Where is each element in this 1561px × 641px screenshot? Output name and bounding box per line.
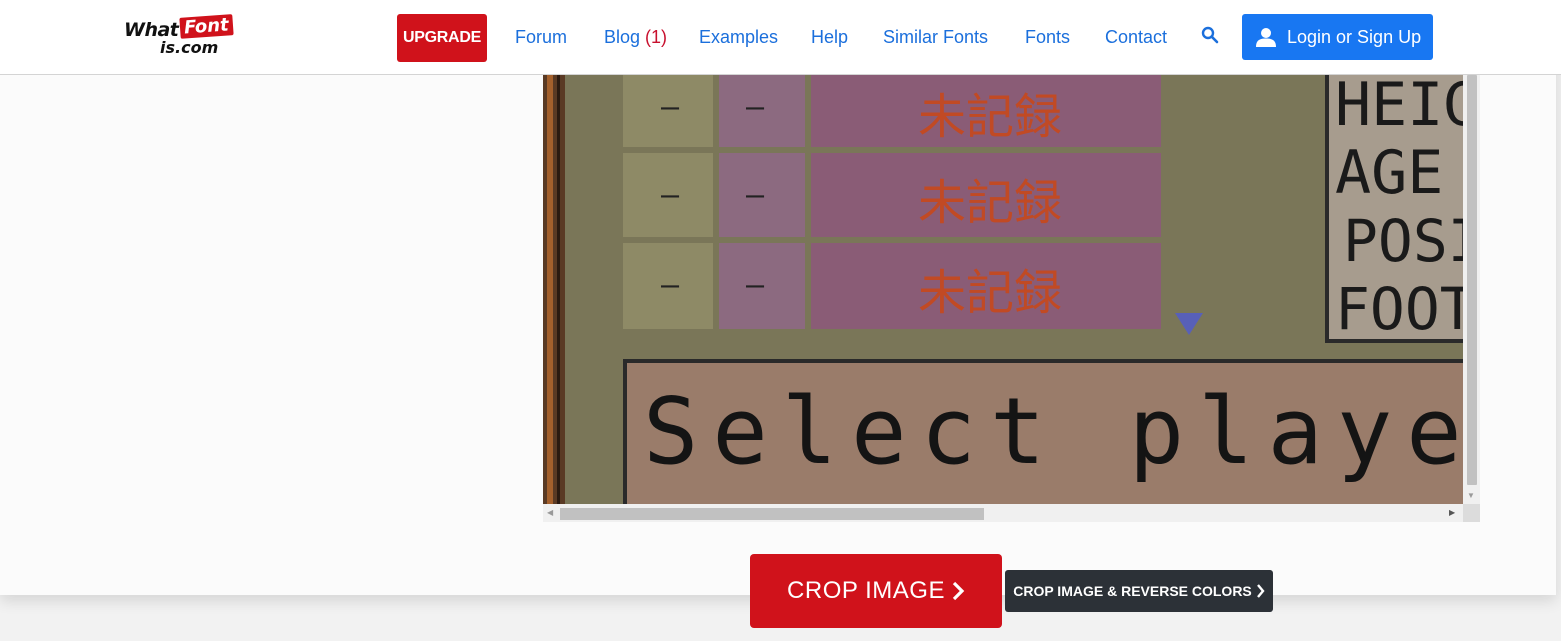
nav-help[interactable]: Help: [811, 27, 848, 48]
stat-label: HEIG: [1335, 75, 1463, 140]
horizontal-scroll-thumb[interactable]: [560, 508, 984, 520]
crop-image-button[interactable]: CROP IMAGE: [750, 554, 1002, 628]
logo-font: Font: [179, 14, 234, 39]
vertical-scroll-thumb[interactable]: [1467, 75, 1477, 485]
table-cell: –: [746, 268, 765, 303]
scroll-right-arrow-icon[interactable]: ▶: [1449, 508, 1455, 517]
login-label: Login or Sign Up: [1287, 26, 1422, 47]
score-table: [623, 75, 1161, 329]
table-cell: –: [661, 268, 680, 303]
nav-blog-count: (1): [645, 27, 668, 47]
table-cell: –: [661, 178, 680, 213]
scroll-left-arrow-icon[interactable]: ◀: [547, 508, 553, 517]
table-cell: –: [746, 90, 765, 125]
uploaded-image[interactable]: – – – – – – 未記録 未記録 未記録 HEIG AGE POSI FO…: [543, 75, 1463, 504]
record-label: 未記録: [918, 175, 1062, 231]
chevron-right-icon: [952, 581, 965, 601]
stat-label: FOOT: [1335, 275, 1463, 343]
horizontal-scrollbar[interactable]: ◀ ▶: [543, 504, 1463, 522]
site-logo[interactable]: What Font is.com: [124, 14, 244, 59]
upgrade-button[interactable]: UPGRADE: [397, 14, 487, 62]
stat-label: POSI: [1343, 207, 1463, 275]
nav-similar-fonts[interactable]: Similar Fonts: [883, 27, 988, 48]
nav-forum[interactable]: Forum: [515, 27, 567, 48]
crop-image-label: CROP IMAGE: [787, 577, 945, 604]
logo-domain: is.com: [160, 38, 219, 57]
search-icon[interactable]: [1201, 26, 1219, 44]
crop-reverse-label: CROP IMAGE & REVERSE COLORS: [1013, 583, 1252, 599]
nav-examples[interactable]: Examples: [699, 27, 778, 48]
login-signup-button[interactable]: Login or Sign Up: [1242, 14, 1433, 60]
chevron-right-icon: [1256, 584, 1265, 598]
record-label: 未記録: [918, 265, 1062, 321]
message-text: Select player: [643, 378, 1463, 485]
nav-fonts[interactable]: Fonts: [1025, 27, 1070, 48]
scroll-down-arrow-icon[interactable]: ▼: [1467, 491, 1475, 500]
site-header: What Font is.com UPGRADE Forum Blog (1) …: [0, 0, 1561, 75]
crop-reverse-colors-button[interactable]: CROP IMAGE & REVERSE COLORS: [1005, 570, 1273, 612]
nav-blog[interactable]: Blog (1): [604, 27, 667, 48]
nav-contact[interactable]: Contact: [1105, 27, 1167, 48]
user-icon: [1256, 28, 1276, 47]
record-label: 未記録: [918, 89, 1062, 145]
nav-blog-label: Blog: [604, 27, 641, 47]
vertical-scrollbar[interactable]: ▼: [1463, 75, 1480, 504]
table-cell: –: [661, 90, 680, 125]
image-viewer[interactable]: – – – – – – 未記録 未記録 未記録 HEIG AGE POSI FO…: [543, 75, 1480, 522]
scrollbar-corner: [1463, 504, 1480, 522]
table-cell: –: [746, 178, 765, 213]
stat-label: AGE: [1335, 138, 1443, 208]
